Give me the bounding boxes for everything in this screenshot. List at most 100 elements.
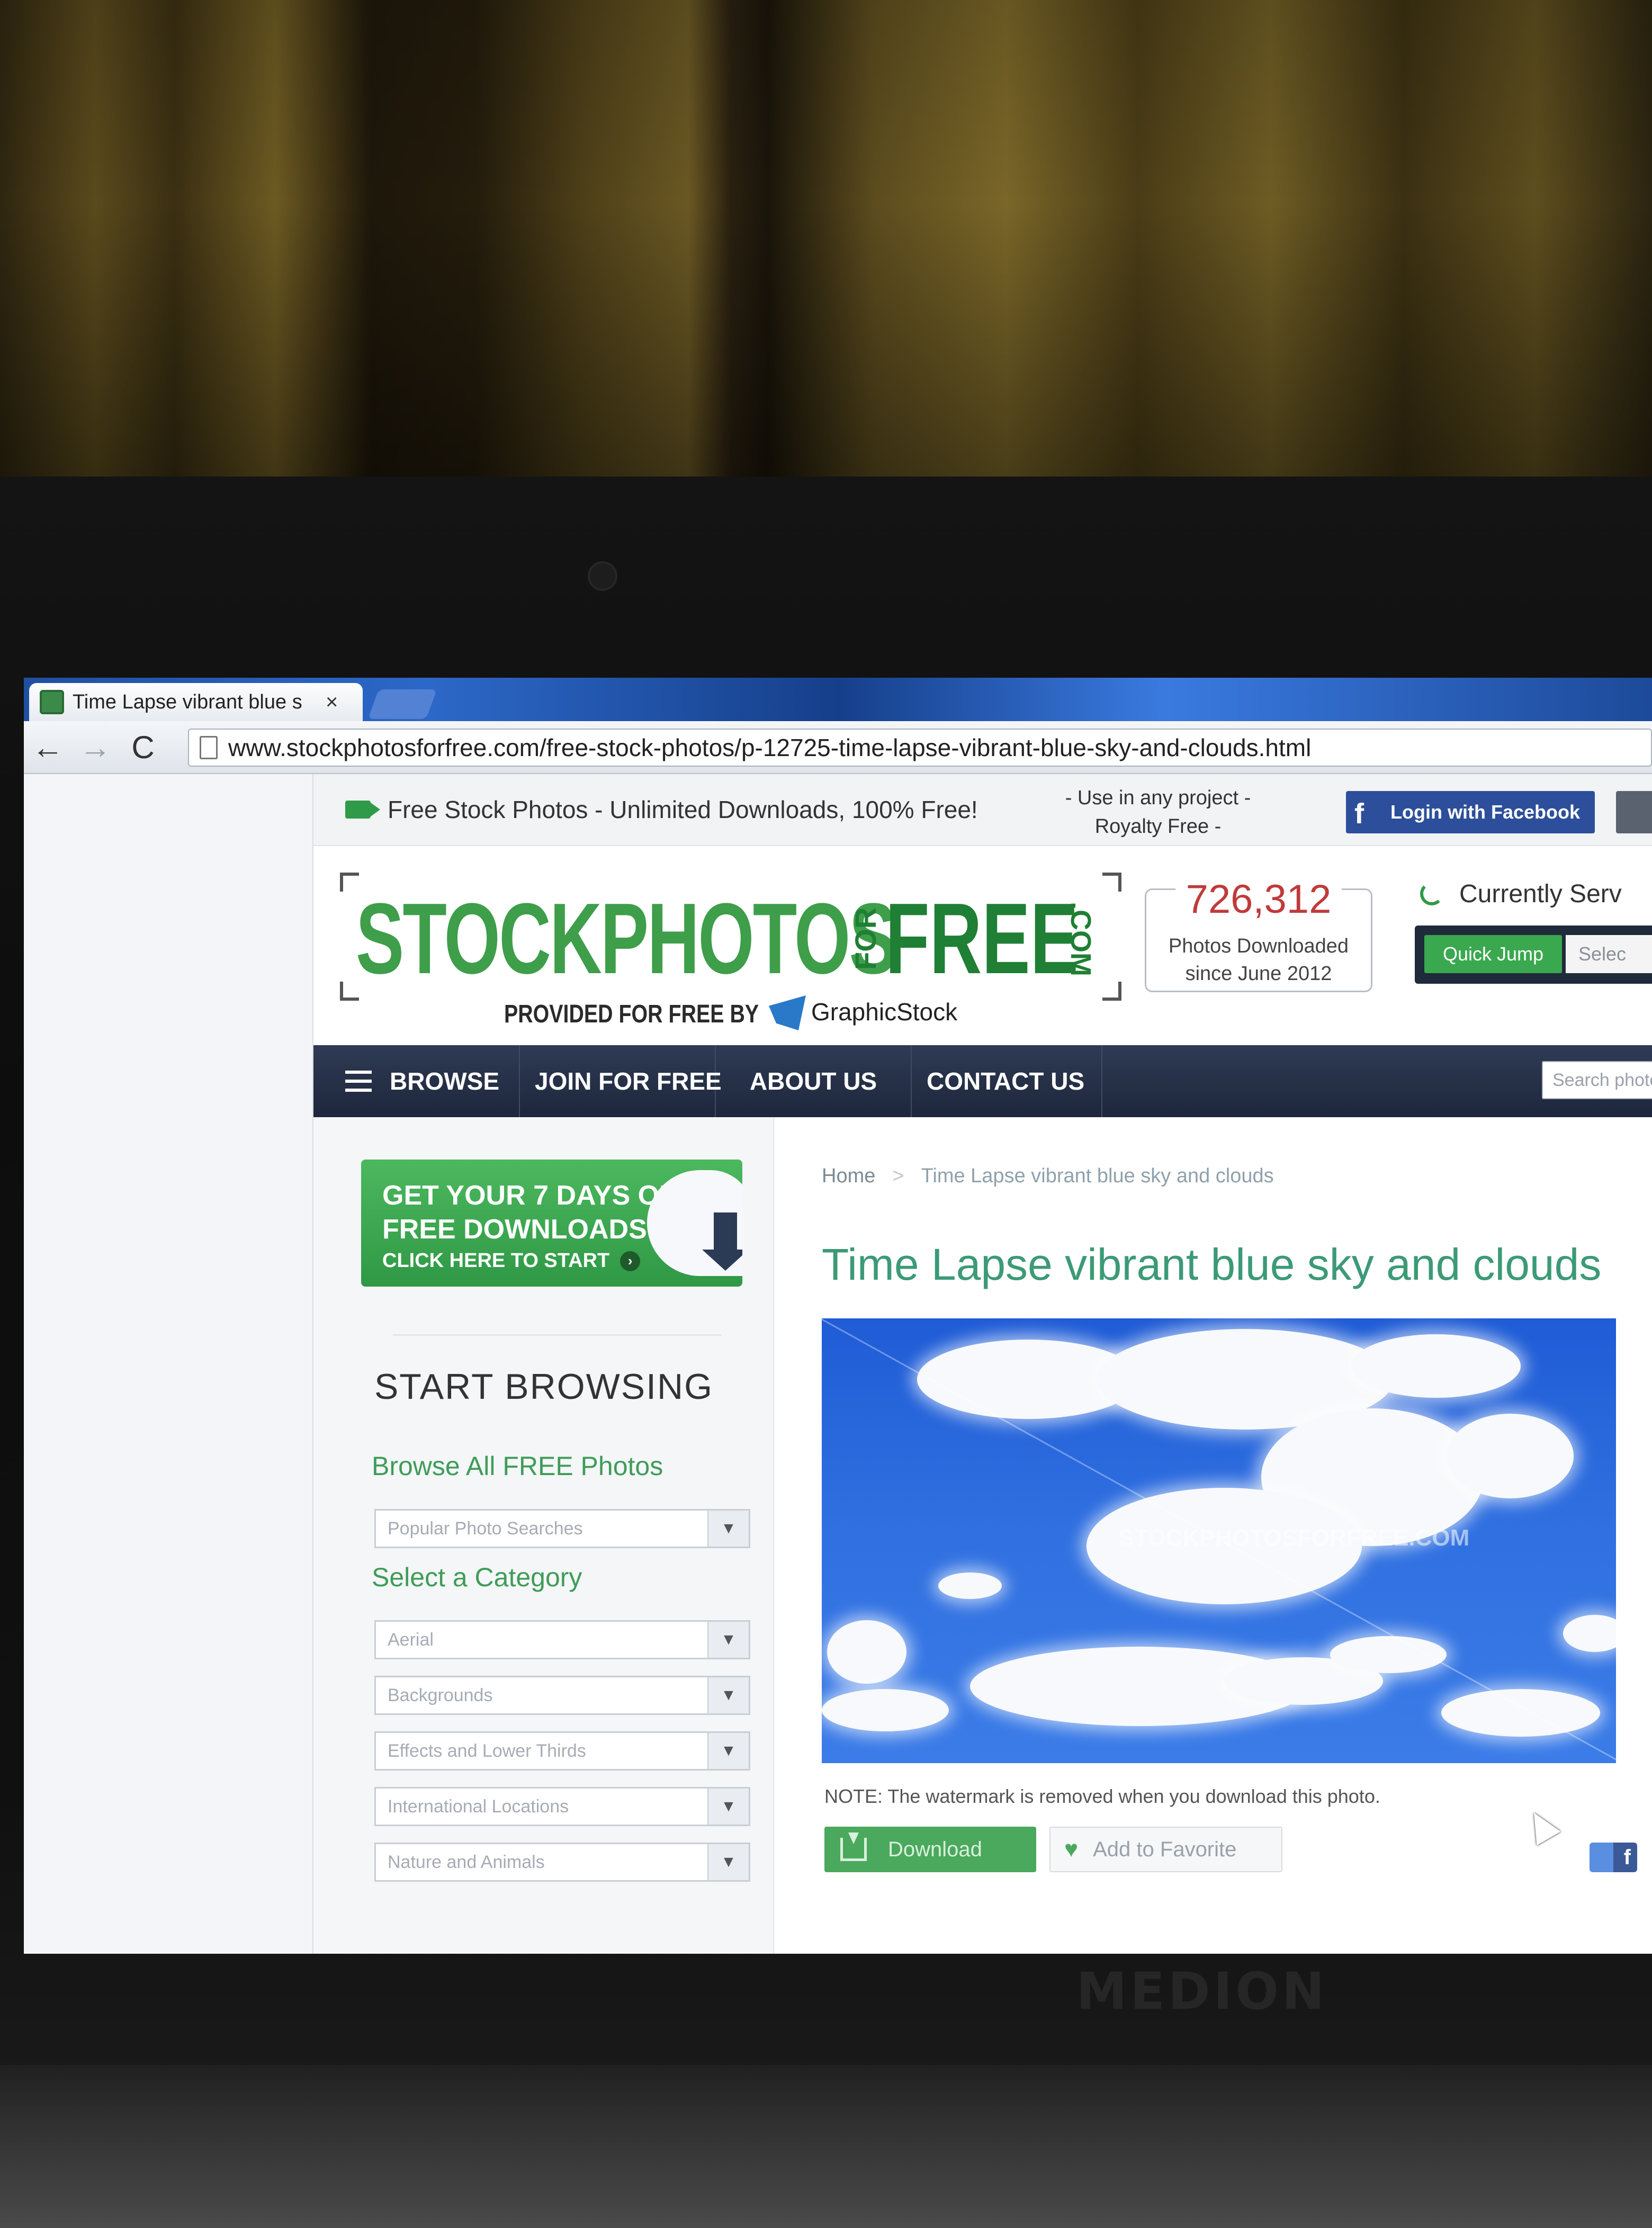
tab-close-icon[interactable]: × (326, 690, 338, 714)
search-input[interactable]: Search photo (1542, 1061, 1652, 1099)
quick-jump-select[interactable]: Selec (1566, 935, 1652, 973)
background-curtain (0, 0, 1652, 508)
site-header: STOCKPHOTOS FOR FREE .COM PROVIDED FOR F… (313, 846, 1652, 1045)
download-button[interactable]: Download (824, 1827, 1036, 1872)
nav-about-us[interactable]: ABOUT US (716, 1045, 912, 1117)
counter-value: 726,312 (1175, 877, 1342, 922)
browser-tab-strip: Time Lapse vibrant blue s × (24, 678, 1652, 721)
category-select-international[interactable]: International Locations ▼ (374, 1787, 750, 1826)
serving-text: Currently Serv (1459, 879, 1622, 908)
download-icon (840, 1832, 867, 1861)
tab-title: Time Lapse vibrant blue s (73, 690, 302, 713)
url-text: www.stockphotosforfree.com/free-stock-ph… (228, 734, 1312, 761)
page-title: Time Lapse vibrant blue sky and clouds (822, 1239, 1602, 1289)
page-viewport: Free Stock Photos - Unlimited Downloads,… (24, 774, 1652, 1954)
cloud-shape (938, 1573, 1002, 1599)
site-tagline: Free Stock Photos - Unlimited Downloads,… (388, 796, 978, 823)
arrow-right-icon: › (620, 1251, 641, 1271)
free-downloads-promo-banner[interactable]: GET YOUR 7 DAYS OF FREE DOWNLOADS CLICK … (361, 1160, 742, 1287)
use-note-line1: - Use in any project - (1065, 787, 1251, 809)
sidebar: GET YOUR 7 DAYS OF FREE DOWNLOADS CLICK … (313, 1117, 774, 1954)
top-bar-extra-button[interactable] (1616, 791, 1652, 833)
category-value: Effects and Lower Thirds (388, 1740, 586, 1761)
cloud-shape (1563, 1615, 1616, 1652)
video-camera-icon (345, 801, 380, 819)
download-label: Download (888, 1837, 982, 1861)
phone-icon (1420, 882, 1443, 905)
address-bar[interactable]: www.stockphotosforfree.com/free-stock-ph… (188, 729, 1652, 767)
watermark-note: NOTE: The watermark is removed when you … (824, 1785, 1380, 1807)
chevron-down-icon: ▼ (707, 1677, 749, 1713)
start-browsing-heading: START BROWSING (374, 1367, 714, 1407)
facebook-login-button[interactable]: f Login with Facebook (1346, 791, 1595, 833)
breadcrumb-home[interactable]: Home (822, 1165, 875, 1188)
divider (393, 1334, 721, 1336)
download-counter: 726,312 Photos Downloaded since June 201… (1145, 877, 1372, 992)
facebook-share-icon[interactable]: f (1590, 1843, 1637, 1872)
category-value: Backgrounds (388, 1685, 493, 1705)
quick-jump-box: Quick Jump Selec (1415, 926, 1652, 984)
facebook-login-label: Login with Facebook (1390, 801, 1580, 823)
nav-browse-label: BROWSE (390, 1067, 499, 1095)
browser-tab[interactable]: Time Lapse vibrant blue s × (29, 683, 363, 721)
chevron-down-icon: ▼ (707, 1789, 749, 1825)
currently-serving: Currently Serv (1420, 878, 1652, 910)
browser-toolbar: ← → C www.stockphotosforfree.com/free-st… (24, 721, 1652, 774)
webcam (588, 561, 617, 591)
photo-watermark: STOCKPHOTOSFORFREE.COM (1118, 1525, 1470, 1551)
category-select-nature[interactable]: Nature and Animals ▼ (374, 1843, 750, 1882)
provided-by-label: PROVIDED FOR FREE BY (504, 1000, 759, 1028)
use-note-line2: Royalty Free - (1094, 815, 1222, 838)
category-value: International Locations (388, 1796, 569, 1817)
menu-icon (345, 1071, 372, 1092)
counter-label-line2: since June 2012 (1185, 963, 1332, 985)
add-to-favorite-button[interactable]: ♥ Add to Favorite (1049, 1827, 1282, 1872)
select-category-label: Select a Category (372, 1562, 582, 1592)
nav-contact-us[interactable]: CONTACT US (912, 1045, 1102, 1117)
download-arrow-icon (702, 1212, 742, 1271)
site-logo-for: FOR (849, 907, 882, 971)
facebook-icon: f (1354, 798, 1364, 830)
counter-label-line1: Photos Downloaded (1168, 935, 1349, 957)
category-value: Nature and Animals (388, 1852, 545, 1872)
cloud-shape (827, 1620, 906, 1684)
nav-join-for-free[interactable]: JOIN FOR FREE (520, 1045, 722, 1117)
laptop-brand-logo: MEDION (1076, 1962, 1328, 2021)
breadcrumb-current: Time Lapse vibrant blue sky and clouds (921, 1165, 1274, 1187)
site-logo[interactable]: STOCKPHOTOS (356, 883, 897, 994)
chevron-down-icon: ▼ (707, 1844, 749, 1880)
favorite-label: Add to Favorite (1093, 1837, 1237, 1861)
site-logo-free: FREE (885, 883, 1079, 995)
breadcrumb: Home > Time Lapse vibrant blue sky and c… (822, 1165, 1274, 1188)
forward-arrow-icon[interactable]: → (71, 723, 119, 771)
new-tab-button[interactable] (367, 689, 437, 719)
promo-cta-label: CLICK HERE TO START (382, 1250, 610, 1272)
website: Free Stock Photos - Unlimited Downloads,… (312, 774, 1652, 1954)
category-select-aerial[interactable]: Aerial ▼ (374, 1620, 750, 1659)
reload-icon[interactable]: C (119, 723, 167, 771)
logo-bracket (1102, 982, 1121, 1001)
quick-jump-button[interactable]: Quick Jump (1424, 935, 1562, 973)
back-arrow-icon[interactable]: ← (24, 723, 71, 771)
heart-icon: ♥ (1064, 1836, 1079, 1862)
graphicstock-name[interactable]: GraphicStock (811, 998, 957, 1026)
category-select-effects[interactable]: Effects and Lower Thirds ▼ (374, 1731, 750, 1771)
popular-searches-value: Popular Photo Searches (388, 1518, 583, 1539)
cloud-shape (1447, 1414, 1574, 1498)
cloud-shape (1351, 1334, 1521, 1398)
site-favicon-icon (40, 690, 64, 714)
graphicstock-logo-icon (769, 995, 806, 1030)
main-content: Home > Time Lapse vibrant blue sky and c… (774, 1117, 1652, 1954)
popular-searches-select[interactable]: Popular Photo Searches ▼ (374, 1509, 750, 1548)
nav-browse[interactable]: BROWSE (324, 1045, 520, 1117)
chevron-down-icon: ▼ (707, 1733, 749, 1769)
main-nav: BROWSE JOIN FOR FREE ABOUT US CONTACT US… (313, 1045, 1652, 1117)
site-top-bar: Free Stock Photos - Unlimited Downloads,… (313, 774, 1652, 846)
browse-all-link[interactable]: Browse All FREE Photos (372, 1451, 663, 1481)
photo-preview[interactable]: STOCKPHOTOSFORFREE.COM (822, 1318, 1616, 1763)
logo-bracket (1102, 873, 1121, 892)
category-select-backgrounds[interactable]: Backgrounds ▼ (374, 1676, 750, 1715)
royalty-free-note: - Use in any project - Royalty Free - (1044, 784, 1272, 841)
breadcrumb-separator-icon: > (892, 1165, 904, 1187)
site-logo-com: .COM (1065, 901, 1097, 976)
